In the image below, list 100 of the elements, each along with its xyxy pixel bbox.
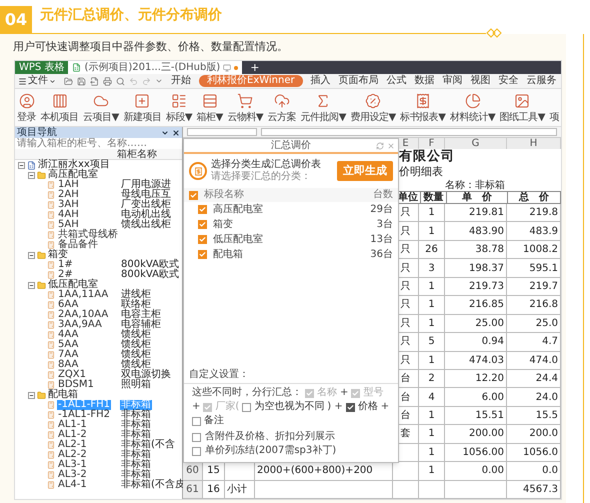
export-icon[interactable] bbox=[90, 76, 99, 86]
close-icon[interactable] bbox=[172, 128, 180, 136]
tree-item[interactable]: AL1-2 bbox=[57, 430, 88, 440]
ribbon-button[interactable]: 标书报表▼ bbox=[400, 92, 446, 122]
ribbon-button[interactable]: 箱柜▼ bbox=[196, 92, 223, 122]
tree-item[interactable]: 2AH bbox=[57, 190, 80, 200]
table-cell: 38.78 bbox=[445, 240, 507, 260]
redo-icon[interactable] bbox=[142, 76, 151, 86]
table-cell: 219.81 bbox=[445, 204, 507, 222]
name-line: 名称：非标箱 bbox=[445, 178, 505, 192]
menu-tab[interactable]: 云服务 bbox=[526, 75, 557, 87]
dropdown-icon[interactable] bbox=[161, 128, 169, 136]
document-tab[interactable]: (示例项目)201...三-(DHub版) bbox=[68, 61, 242, 74]
chevron-down-icon[interactable] bbox=[155, 77, 163, 85]
printer-icon[interactable] bbox=[103, 76, 112, 86]
checkbox[interactable] bbox=[192, 446, 201, 456]
table-cell: 3 bbox=[419, 259, 445, 278]
save-icon[interactable] bbox=[77, 76, 86, 86]
table-cell: 198.37 bbox=[445, 259, 507, 278]
report-icon bbox=[189, 162, 207, 180]
menu-tab[interactable]: 视图 bbox=[470, 75, 491, 87]
ribbon-button[interactable]: 云方案 bbox=[268, 92, 296, 122]
collapse-icon[interactable] bbox=[18, 162, 25, 168]
ribbon-button[interactable]: 项 bbox=[549, 92, 559, 122]
name-box[interactable] bbox=[187, 128, 257, 136]
tree-item[interactable]: 2AA,10AA bbox=[57, 310, 110, 320]
ribbon-button[interactable]: 标段▼ bbox=[166, 92, 192, 122]
menu-tab[interactable]: 公式 bbox=[386, 75, 407, 87]
checkbox[interactable] bbox=[242, 402, 252, 412]
column-letter: H bbox=[507, 138, 561, 149]
undo-icon[interactable] bbox=[129, 76, 138, 86]
ribbon-button[interactable]: 费用设定▼ bbox=[350, 92, 396, 122]
menu-tab[interactable]: 数据 bbox=[414, 75, 435, 87]
new-tab-button[interactable]: + bbox=[242, 61, 268, 74]
tree-item[interactable]: 6AA bbox=[57, 300, 80, 310]
menu-tab[interactable]: 插入 bbox=[310, 75, 331, 87]
formula-field[interactable] bbox=[261, 128, 557, 136]
tree-item[interactable]: 1AA,11AA bbox=[57, 290, 110, 300]
checkbox[interactable] bbox=[198, 205, 207, 214]
tree-item[interactable]: 共箱式母线桥 bbox=[57, 230, 119, 240]
file-menu[interactable]: 文件 bbox=[18, 75, 56, 87]
menu-tab[interactable]: 开始 bbox=[171, 75, 191, 87]
tree-item[interactable]: 5AH bbox=[57, 220, 80, 230]
collapse-icon[interactable] bbox=[28, 172, 35, 178]
tree-node[interactable]: 浙江丽水xx项目 bbox=[38, 160, 110, 170]
tree-item[interactable]: AL3-1 bbox=[57, 460, 88, 470]
tree-item[interactable]: 2# bbox=[57, 270, 74, 280]
refresh-icon[interactable] bbox=[376, 142, 384, 150]
tree-item[interactable]: AL4-1 bbox=[57, 480, 88, 490]
table-cell: 0.00 bbox=[445, 462, 507, 481]
tree-item[interactable]: 8AA bbox=[57, 360, 80, 370]
menu-tab[interactable]: 审阅 bbox=[442, 75, 463, 87]
ribbon-button[interactable]: 云物料▼ bbox=[227, 92, 264, 122]
tree-item[interactable]: 备品备件 bbox=[57, 240, 99, 250]
tree-item[interactable]: AL2-2 bbox=[57, 450, 88, 460]
ribbon-button[interactable]: 本机项目 bbox=[40, 92, 79, 122]
tree-item[interactable]: AL1-1 bbox=[57, 420, 88, 430]
tree-item[interactable]: 3AA,9AA bbox=[57, 320, 103, 330]
ribbon-button[interactable]: 新建项目 bbox=[123, 92, 162, 122]
ribbon-button[interactable]: 元件批阅▼ bbox=[300, 92, 346, 122]
menu-tab[interactable]: 页面布局 bbox=[338, 75, 379, 87]
app-tab[interactable]: WPS 表格 bbox=[15, 61, 68, 74]
tree-item[interactable]: ZQX1 bbox=[57, 370, 87, 380]
hint-text: 请选择要汇总的分类： bbox=[211, 171, 312, 183]
checkbox[interactable] bbox=[346, 402, 355, 412]
preview-icon[interactable] bbox=[116, 76, 125, 86]
ribbon-button[interactable]: 云项目▼ bbox=[83, 92, 119, 122]
tree-item[interactable]: AL3-2 bbox=[57, 470, 88, 480]
table-cell: 219.73 bbox=[445, 278, 507, 296]
company-title: 有限公司 bbox=[399, 148, 455, 166]
tree-node[interactable]: 配电箱 bbox=[48, 390, 78, 400]
ribbon-button[interactable]: 登录 bbox=[17, 92, 36, 122]
ribbon-button[interactable]: 图纸工具▼ bbox=[500, 92, 545, 122]
tree-item[interactable]: 4AH bbox=[57, 210, 80, 220]
ribbon-button[interactable]: 材料统计▼ bbox=[450, 92, 496, 122]
tree-item[interactable]: 5AA bbox=[57, 340, 80, 350]
tree-node[interactable]: 低压配电室 bbox=[48, 280, 98, 290]
collapse-icon[interactable] bbox=[28, 252, 35, 258]
tree-item[interactable]: -1AL1-FH2 bbox=[57, 410, 111, 420]
tree-item[interactable]: 7AA bbox=[57, 350, 80, 360]
checkbox[interactable] bbox=[192, 416, 201, 426]
collapse-icon[interactable] bbox=[28, 282, 35, 288]
folder-icon[interactable] bbox=[64, 76, 73, 86]
tree-item[interactable]: BDSM1 bbox=[57, 380, 95, 390]
collapse-icon[interactable] bbox=[28, 392, 35, 398]
checkbox[interactable] bbox=[198, 235, 207, 244]
tree-item[interactable]: AL2-1 bbox=[57, 440, 88, 450]
menu-tab[interactable]: 安全 bbox=[498, 75, 519, 87]
checkbox[interactable] bbox=[198, 220, 207, 229]
tree-item[interactable]: 1# bbox=[57, 260, 74, 270]
column-header: 总 价 bbox=[508, 192, 561, 204]
tree-node[interactable]: 箱变 bbox=[48, 250, 68, 260]
checkbox[interactable] bbox=[189, 190, 198, 200]
tree-node[interactable]: 高压配电室 bbox=[48, 170, 98, 180]
box-name-text: 厂变出线柜 bbox=[120, 200, 172, 210]
tree-item[interactable]: 3AH bbox=[57, 200, 80, 210]
checkbox[interactable] bbox=[198, 250, 207, 259]
checkbox[interactable] bbox=[192, 432, 201, 442]
tree-item[interactable]: 1AH bbox=[57, 180, 80, 190]
tree-item[interactable]: 4AA bbox=[57, 330, 80, 340]
